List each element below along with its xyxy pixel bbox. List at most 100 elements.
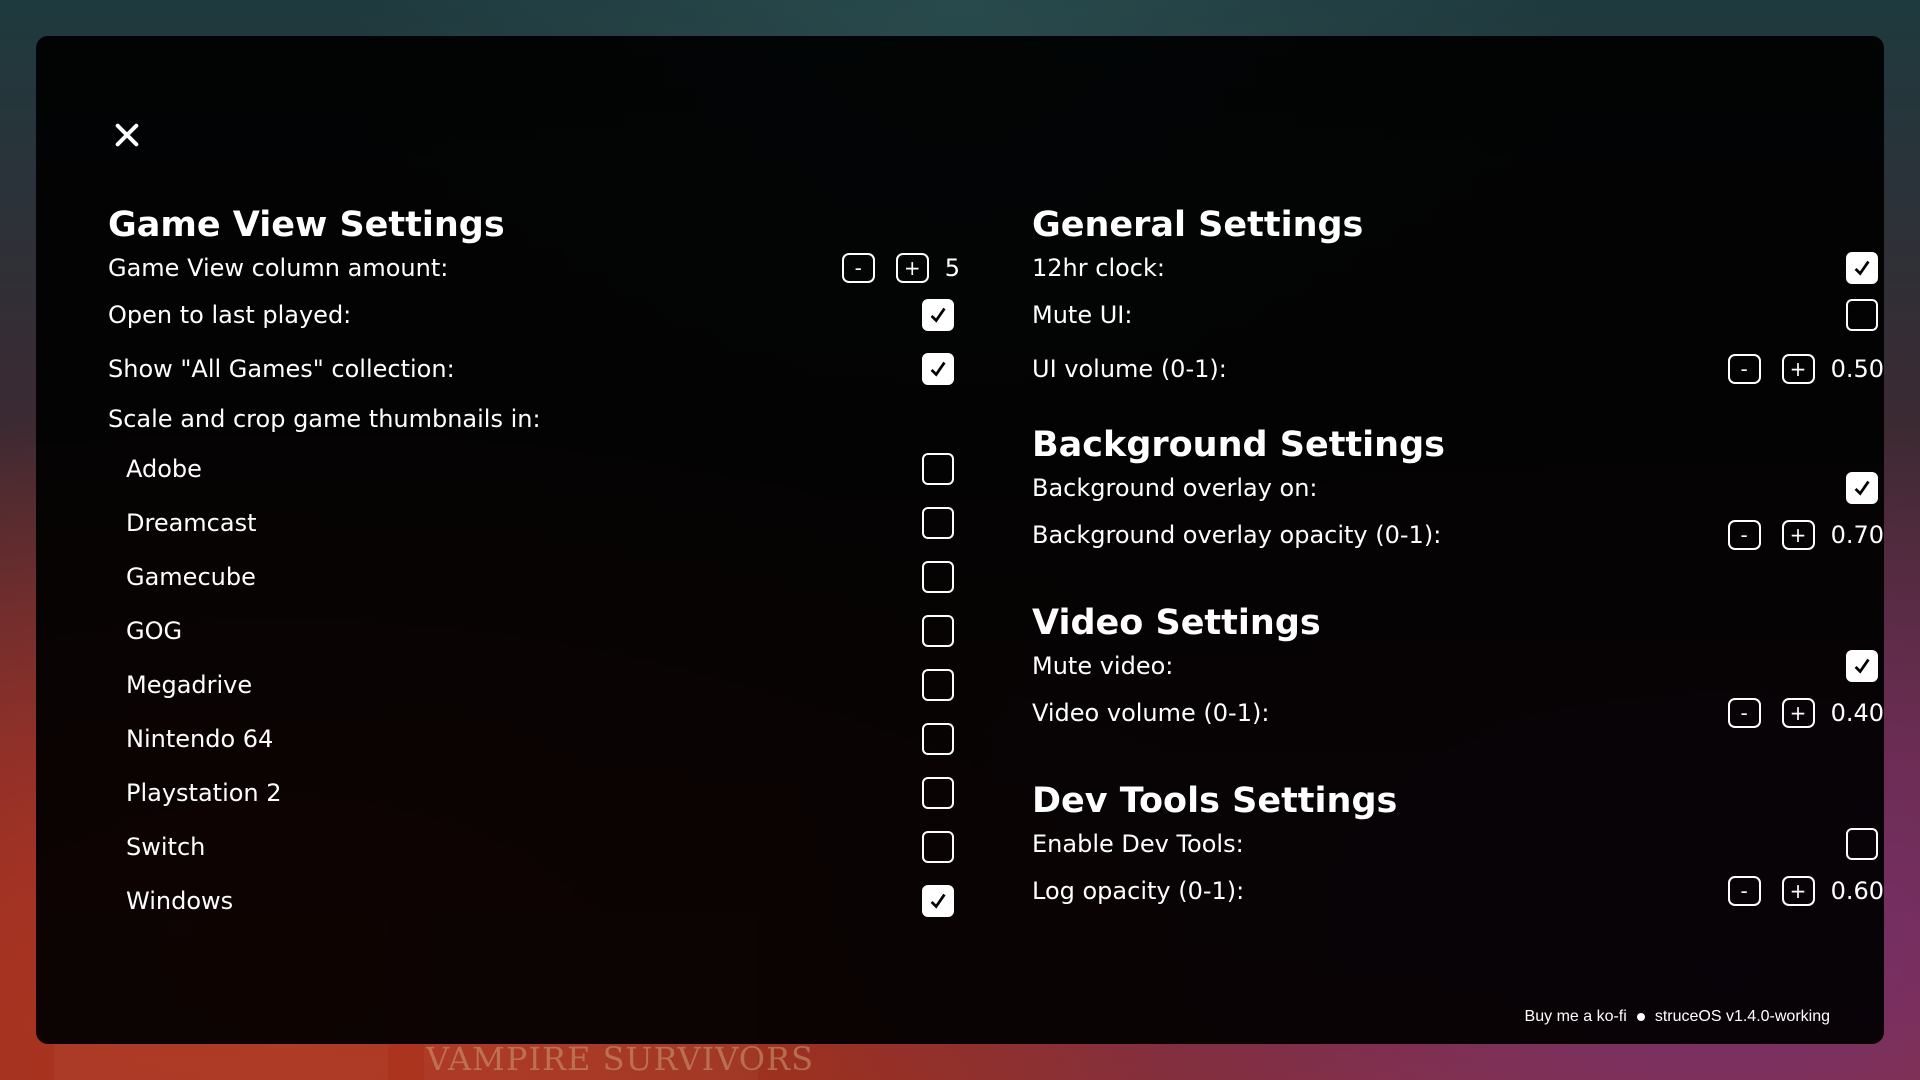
platform-checkbox[interactable]: [922, 885, 954, 917]
platform-label: Playstation 2: [126, 779, 282, 807]
setting-row-ui-volume: UI volume (0-1): - + 0.50: [1032, 342, 1884, 396]
checkmark-icon: [930, 361, 946, 377]
stepper-value: 5: [944, 254, 960, 282]
setting-label: Scale and crop game thumbnails in:: [108, 405, 541, 433]
stepper-value: 0.70: [1830, 521, 1884, 549]
stepper-value: 0.40: [1830, 699, 1884, 727]
section-title: Video Settings: [1032, 603, 1321, 643]
setting-row-enable-dev-tools: Enable Dev Tools:: [1032, 824, 1884, 864]
decrement-button[interactable]: -: [841, 253, 875, 283]
section-title: Dev Tools Settings: [1032, 781, 1398, 821]
platform-row: Switch: [108, 820, 960, 874]
mute-ui-checkbox[interactable]: [1846, 299, 1878, 331]
setting-label: Show "All Games" collection:: [108, 355, 455, 383]
video-settings-section: Video Settings Mute video: Video volume …: [1032, 600, 1884, 740]
setting-label: Mute video:: [1032, 652, 1174, 680]
setting-label: Game View column amount:: [108, 254, 449, 282]
platform-checkbox[interactable]: [922, 615, 954, 647]
increment-button[interactable]: +: [1781, 876, 1815, 906]
platform-label: Dreamcast: [126, 509, 257, 537]
platform-checkbox[interactable]: [922, 777, 954, 809]
checkmark-icon: [1854, 658, 1870, 674]
platform-label: Windows: [126, 887, 234, 915]
platform-label: Adobe: [126, 455, 202, 483]
log-opacity-stepper: - + 0.60: [1727, 876, 1884, 906]
setting-label: Video volume (0-1):: [1032, 699, 1270, 727]
decrement-button[interactable]: -: [1727, 698, 1761, 728]
close-button[interactable]: [100, 108, 154, 162]
open-last-played-checkbox[interactable]: [922, 299, 954, 331]
platform-checkbox[interactable]: [922, 561, 954, 593]
platform-list: Adobe Dreamcast Gamecube GOG Megadrive Ninten…: [108, 442, 960, 928]
overlay-on-checkbox[interactable]: [1846, 472, 1878, 504]
setting-label: UI volume (0-1):: [1032, 355, 1227, 383]
decrement-button[interactable]: -: [1727, 354, 1761, 384]
increment-button[interactable]: +: [895, 253, 929, 283]
enable-dev-tools-checkbox[interactable]: [1846, 828, 1878, 860]
12hr-clock-checkbox[interactable]: [1846, 252, 1878, 284]
setting-label: Background overlay opacity (0-1):: [1032, 521, 1442, 549]
right-settings-column: General Settings 12hr clock: Mute UI: UI…: [1032, 202, 1884, 918]
background-game-title: VAMPIRE SURVIVORS: [426, 1040, 814, 1078]
setting-row-mute-video: Mute video:: [1032, 646, 1884, 686]
ui-volume-stepper: - + 0.50: [1727, 354, 1884, 384]
setting-label: Mute UI:: [1032, 301, 1133, 329]
setting-row-scale-crop: Scale and crop game thumbnails in:: [108, 396, 960, 442]
platform-label: Megadrive: [126, 671, 253, 699]
separator-dot: [1636, 1013, 1645, 1021]
platform-row: Dreamcast: [108, 496, 960, 550]
platform-checkbox[interactable]: [922, 453, 954, 485]
setting-label: Background overlay on:: [1032, 474, 1318, 502]
checkmark-icon: [930, 307, 946, 323]
settings-modal: Game View Settings Game View column amou…: [36, 36, 1884, 1044]
setting-row-video-volume: Video volume (0-1): - + 0.40: [1032, 686, 1884, 740]
section-title: Game View Settings: [108, 205, 505, 245]
footer: Buy me a ko-fi struceOS v1.4.0-working: [1525, 1008, 1830, 1026]
kofi-link[interactable]: Buy me a ko-fi: [1525, 1008, 1627, 1026]
platform-label: Gamecube: [126, 563, 256, 591]
setting-row-show-all-games: Show "All Games" collection:: [108, 342, 960, 396]
setting-label: 12hr clock:: [1032, 254, 1165, 282]
platform-row: Gamecube: [108, 550, 960, 604]
platform-checkbox[interactable]: [922, 831, 954, 863]
setting-label: Open to last played:: [108, 301, 352, 329]
game-view-settings-section: Game View Settings Game View column amou…: [108, 202, 960, 928]
setting-row-column-amount: Game View column amount: - + 5: [108, 248, 960, 288]
platform-checkbox[interactable]: [922, 507, 954, 539]
platform-row: Megadrive: [108, 658, 960, 712]
platform-checkbox[interactable]: [922, 669, 954, 701]
platform-row: GOG: [108, 604, 960, 658]
increment-button[interactable]: +: [1781, 354, 1815, 384]
checkmark-icon: [930, 893, 946, 909]
platform-row: Playstation 2: [108, 766, 960, 820]
increment-button[interactable]: +: [1781, 520, 1815, 550]
dev-tools-settings-section: Dev Tools Settings Enable Dev Tools: Log…: [1032, 778, 1884, 918]
mute-video-checkbox[interactable]: [1846, 650, 1878, 682]
setting-label: Enable Dev Tools:: [1032, 830, 1244, 858]
platform-checkbox[interactable]: [922, 723, 954, 755]
column-amount-stepper: - + 5: [841, 253, 960, 283]
platform-label: GOG: [126, 617, 183, 645]
video-volume-stepper: - + 0.40: [1727, 698, 1884, 728]
checkmark-icon: [1854, 480, 1870, 496]
increment-button[interactable]: +: [1781, 698, 1815, 728]
platform-row: Adobe: [108, 442, 960, 496]
platform-label: Nintendo 64: [126, 725, 274, 753]
stepper-value: 0.60: [1830, 877, 1884, 905]
setting-row-12hr-clock: 12hr clock:: [1032, 248, 1884, 288]
general-settings-section: General Settings 12hr clock: Mute UI: UI…: [1032, 202, 1884, 396]
decrement-button[interactable]: -: [1727, 876, 1761, 906]
close-icon: [115, 123, 139, 147]
platform-row: Windows: [108, 874, 960, 928]
setting-row-open-last-played: Open to last played:: [108, 288, 960, 342]
section-title: Background Settings: [1032, 425, 1445, 465]
setting-row-overlay-on: Background overlay on:: [1032, 468, 1884, 508]
platform-label: Switch: [126, 833, 206, 861]
setting-row-log-opacity: Log opacity (0-1): - + 0.60: [1032, 864, 1884, 918]
show-all-games-checkbox[interactable]: [922, 353, 954, 385]
setting-row-overlay-opacity: Background overlay opacity (0-1): - + 0.…: [1032, 508, 1884, 562]
decrement-button[interactable]: -: [1727, 520, 1761, 550]
background-settings-section: Background Settings Background overlay o…: [1032, 422, 1884, 562]
platform-row: Nintendo 64: [108, 712, 960, 766]
setting-label: Log opacity (0-1):: [1032, 877, 1245, 905]
